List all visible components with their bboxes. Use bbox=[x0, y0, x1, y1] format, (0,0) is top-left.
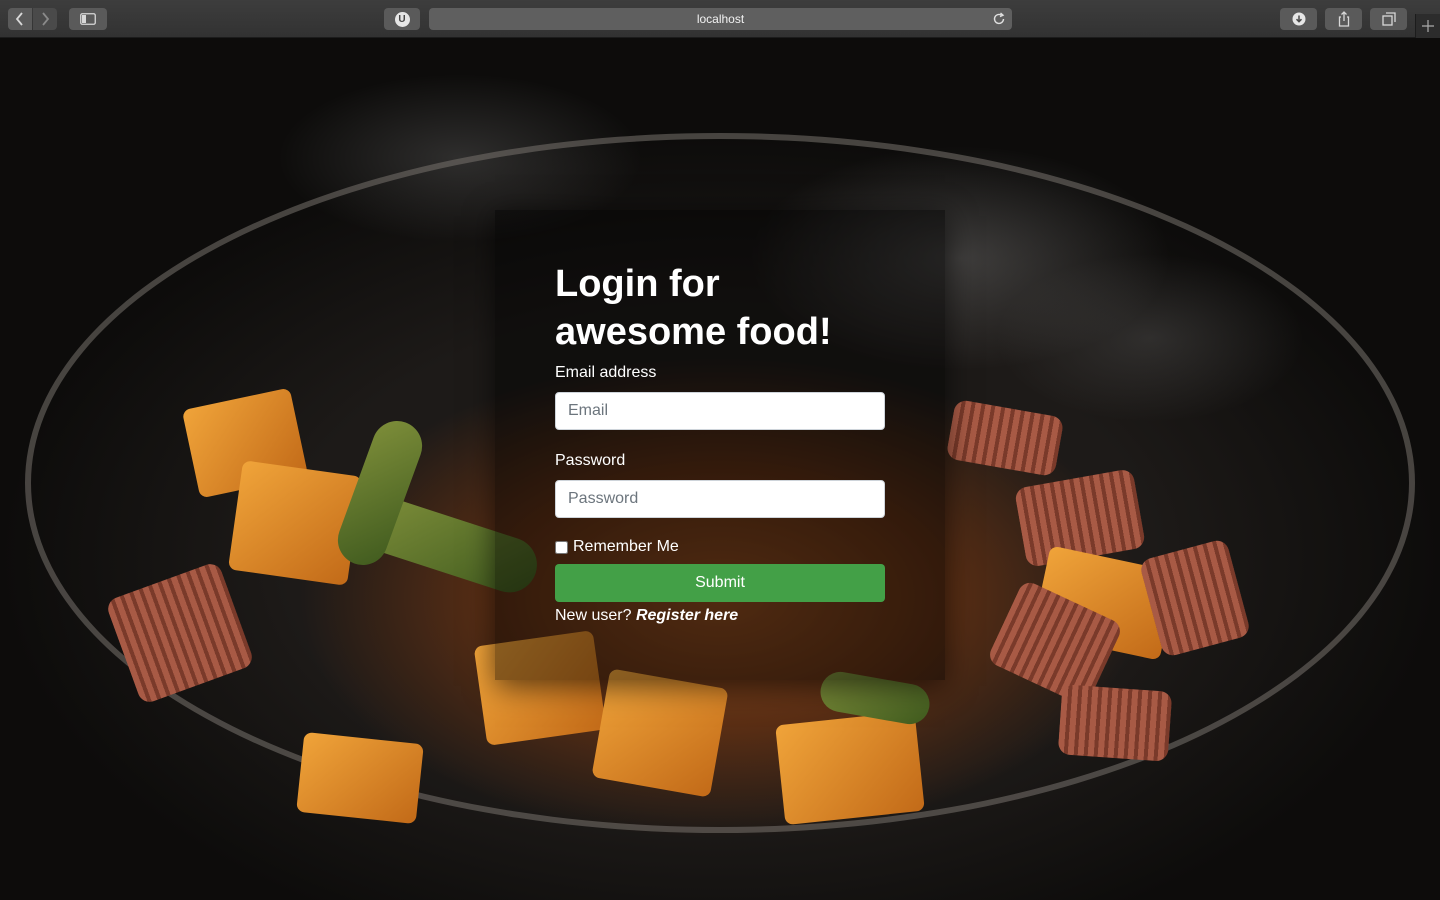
extension-badge-icon: U bbox=[394, 11, 410, 27]
share-button[interactable] bbox=[1325, 8, 1362, 30]
chevron-left-icon bbox=[15, 12, 23, 26]
remember-me-label: Remember Me bbox=[573, 538, 679, 555]
background-food bbox=[296, 731, 424, 825]
forward-button[interactable] bbox=[33, 8, 57, 30]
tabs-icon bbox=[1381, 12, 1396, 26]
download-icon bbox=[1292, 12, 1305, 26]
register-line: New user? Register here bbox=[555, 607, 885, 625]
page-title: Login for awesome food! bbox=[555, 260, 855, 356]
share-icon bbox=[1338, 11, 1349, 27]
extension-button[interactable]: U bbox=[384, 8, 420, 30]
new-user-text: New user? bbox=[555, 607, 632, 624]
new-tab-button[interactable] bbox=[1415, 14, 1440, 38]
email-field[interactable] bbox=[555, 392, 885, 430]
title-line-2: awesome food! bbox=[555, 311, 832, 353]
background-food bbox=[591, 668, 729, 798]
title-line-1: Login for bbox=[555, 263, 720, 305]
background-food bbox=[775, 710, 925, 826]
chevron-right-icon bbox=[42, 12, 50, 26]
sidebar-toggle-button[interactable] bbox=[69, 8, 107, 30]
password-field[interactable] bbox=[555, 480, 885, 518]
address-bar[interactable]: localhost bbox=[429, 8, 1012, 30]
sidebar-icon bbox=[80, 13, 96, 25]
background-food bbox=[1057, 684, 1173, 762]
register-link[interactable]: Register here bbox=[636, 607, 738, 624]
reload-icon[interactable] bbox=[992, 12, 1006, 26]
remember-me-checkbox[interactable] bbox=[555, 540, 568, 554]
show-tabs-button[interactable] bbox=[1370, 8, 1407, 30]
login-card: Login for awesome food! Email address Pa… bbox=[495, 210, 945, 680]
login-form: Login for awesome food! Email address Pa… bbox=[555, 260, 885, 625]
plus-icon bbox=[1422, 20, 1434, 32]
url-text: localhost bbox=[696, 12, 745, 26]
submit-button[interactable]: Submit bbox=[555, 564, 885, 602]
email-label: Email address bbox=[555, 364, 657, 381]
remember-me[interactable]: Remember Me bbox=[555, 538, 885, 556]
password-label: Password bbox=[555, 452, 626, 469]
browser-toolbar: U localhost bbox=[0, 0, 1440, 38]
back-button[interactable] bbox=[8, 8, 32, 30]
downloads-button[interactable] bbox=[1280, 8, 1317, 30]
